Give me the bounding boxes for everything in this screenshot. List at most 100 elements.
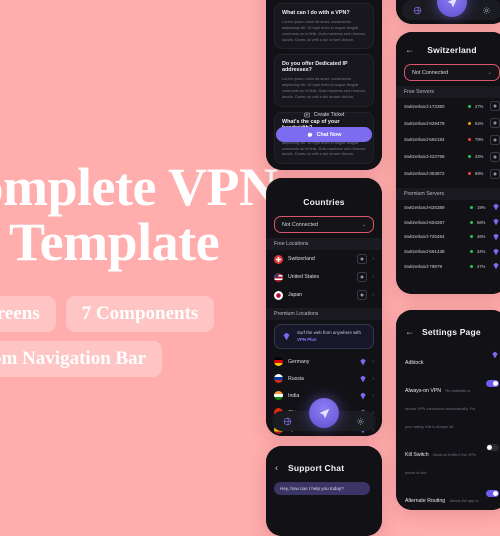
table-row[interactable]: Switzerland-604267 56% — [396, 215, 500, 230]
chat-message-bubble: Hey, how can I help you today? — [274, 482, 370, 495]
chevron-right-icon: › — [372, 274, 374, 280]
table-row[interactable]: Switzerland-423766 33% — [396, 148, 500, 165]
chat-icon — [307, 132, 313, 138]
connection-status-value: Not Connected — [412, 69, 448, 76]
server-name: Switzerland-661438 — [404, 249, 445, 255]
flag-germany-icon — [274, 357, 283, 367]
back-button[interactable]: ← — [405, 327, 414, 337]
table-row[interactable]: Switzerland-592194 79% — [396, 132, 500, 149]
setting-text: Kill Switch Block all traffic if the VPN… — [405, 443, 480, 479]
gem-icon — [491, 351, 499, 359]
server-load: 34% — [477, 249, 486, 255]
create-ticket-button[interactable]: Create Ticket — [276, 108, 372, 121]
premium-banner[interactable]: Surf the web from anywhere with VPN Plus — [274, 324, 374, 350]
location-name: Russia — [288, 375, 304, 382]
free-locations-section-label: Free Locations — [266, 238, 382, 250]
switzerland-header: ← Switzerland — [396, 42, 500, 58]
location-info-button[interactable] — [357, 290, 368, 300]
globe-icon[interactable] — [413, 6, 422, 15]
status-badge — [468, 138, 471, 142]
table-row[interactable]: Switzerland-829478 54% — [396, 115, 500, 132]
server-info-button[interactable] — [490, 101, 500, 112]
server-info-button[interactable] — [490, 118, 500, 129]
list-item[interactable]: Germany › — [266, 353, 382, 370]
premium-locations-section-label: Premium Locations — [266, 308, 382, 320]
banner-brand: VPN Plus — [297, 336, 317, 342]
page-title: Complete VPN UI Template — [0, 159, 278, 270]
setting-label: Always-on VPN — [405, 388, 442, 394]
list-item[interactable]: Switzerland › — [266, 250, 382, 268]
location-info-button[interactable] — [357, 272, 368, 282]
gem-icon — [492, 248, 500, 256]
countries-header: Countries — [266, 194, 382, 210]
list-item[interactable]: United States › — [266, 268, 382, 286]
list-item[interactable]: Russia › — [266, 370, 382, 387]
chat-screen: ‹ Support Chat Hey, how can I help you t… — [266, 446, 382, 536]
settings-screen: ← Settings Page Adblock Always-on VPN Re… — [396, 310, 500, 510]
badge-row-2: Custom Navigation Bar — [0, 341, 268, 378]
chevron-right-icon: › — [372, 358, 374, 365]
gem-icon — [359, 375, 367, 383]
server-info-button[interactable] — [490, 168, 500, 179]
status-badge — [468, 172, 471, 176]
faq-card[interactable]: Do you offer Dedicated IP addresses? Lor… — [274, 54, 374, 107]
location-info-button[interactable] — [357, 254, 368, 264]
headline-line-1: Complete VPN — [0, 157, 278, 217]
chevron-right-icon: › — [372, 392, 374, 399]
list-item[interactable]: Japan › — [266, 286, 382, 304]
badge-group: 25 Screens 7 Components Custom Navigatio… — [0, 296, 268, 378]
chat-title: Support Chat — [288, 463, 345, 473]
server-info-button[interactable] — [490, 134, 500, 145]
back-button[interactable]: ← — [405, 45, 414, 55]
location-name: Japan — [288, 292, 303, 298]
gem-icon — [282, 332, 291, 341]
flag-united-states-icon — [274, 272, 283, 282]
phone-nav-sliver — [396, 0, 500, 24]
table-row[interactable]: Switzerland-353872 69% — [396, 165, 500, 182]
settings-header: ← Settings Page — [396, 324, 500, 340]
switzerland-title: Switzerland — [427, 45, 477, 55]
server-name: Switzerland-423766 — [404, 154, 445, 160]
server-name: Switzerland-353872 — [404, 171, 445, 177]
setting-label: Adblock — [405, 360, 424, 366]
chat-now-button[interactable]: Chat Now — [276, 127, 372, 142]
toggle-always-on-vpn[interactable] — [486, 380, 499, 387]
connection-status-dropdown[interactable]: Not Connected ⌄ — [274, 216, 374, 233]
flag-switzerland-icon — [274, 254, 283, 264]
table-row[interactable]: Switzerland-661438 34% — [396, 244, 500, 259]
setting-description: Re-establish a secure VPN connection aut… — [405, 389, 476, 429]
toggle-kill-switch[interactable] — [486, 444, 499, 451]
status-badge — [468, 104, 471, 108]
chevron-down-icon: ⌄ — [361, 221, 366, 228]
ticket-icon — [304, 112, 310, 118]
globe-icon[interactable] — [283, 417, 292, 426]
status-badge — [470, 264, 473, 268]
table-row[interactable]: Switzerland-726454 46% — [396, 229, 500, 244]
flag-russia-icon — [274, 374, 283, 384]
server-load: 47% — [477, 263, 486, 269]
server-name: Switzerland-79879 — [404, 263, 443, 269]
server-info-button[interactable] — [490, 151, 500, 162]
gear-icon[interactable] — [356, 417, 365, 426]
shield-icon[interactable] — [309, 398, 339, 428]
chevron-right-icon: › — [372, 375, 374, 382]
switzerland-screen: ← Switzerland Not Connected ⌄ Free Serve… — [396, 32, 500, 294]
connection-status-dropdown[interactable]: Not Connected ⌄ — [404, 64, 500, 81]
status-badge — [470, 205, 473, 209]
server-name: Switzerland-726454 — [404, 234, 445, 240]
promo-block: Complete VPN UI Template 25 Screens 7 Co… — [0, 159, 278, 386]
setting-row-always-on-vpn[interactable]: Always-on VPN Re-establish a secure VPN … — [396, 374, 500, 438]
setting-row-alternate-routing[interactable]: Alternate Routing Allows the app to use … — [396, 484, 500, 510]
setting-row-adblock[interactable]: Adblock — [396, 346, 500, 374]
table-row[interactable]: Switzerland-626389 19% — [396, 200, 500, 215]
status-badge — [470, 220, 473, 224]
setting-label: Kill Switch — [405, 452, 429, 458]
back-button[interactable]: ‹ — [275, 463, 278, 473]
gem-icon — [492, 203, 500, 211]
table-row[interactable]: Switzerland-79879 47% — [396, 259, 500, 274]
setting-row-kill-switch[interactable]: Kill Switch Block all traffic if the VPN… — [396, 438, 500, 484]
gear-icon[interactable] — [482, 6, 491, 15]
toggle-alternate-routing[interactable] — [486, 490, 499, 497]
table-row[interactable]: Switzerland-172360 27% — [396, 98, 500, 115]
faq-card[interactable]: What can I do with a VPN? Lorem ipsum do… — [274, 3, 374, 50]
